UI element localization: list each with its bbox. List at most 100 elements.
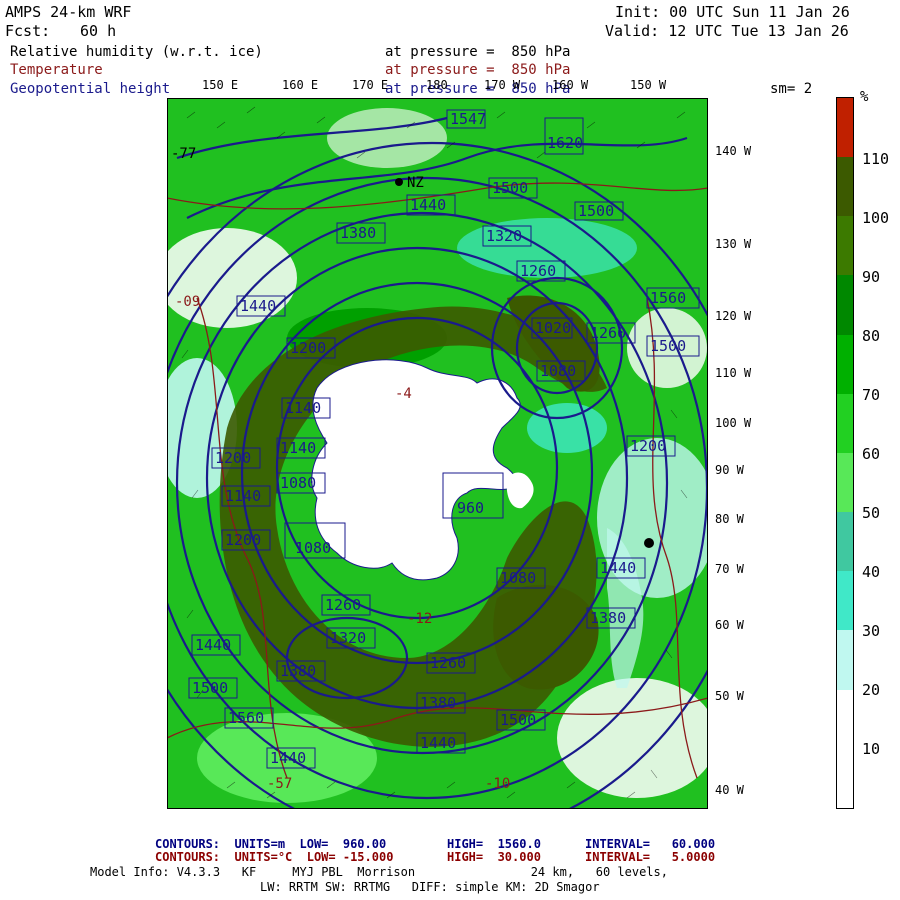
svg-text:1080: 1080 [280,474,316,492]
svg-text:1260: 1260 [325,596,361,614]
valid-time: Valid: 12 UTC Tue 13 Jan 26 [605,22,849,40]
colorbar-label: 50 [862,504,881,522]
colorbar [836,97,854,809]
lon-label-top: 150 W [630,78,667,92]
colorbar-label: 20 [862,681,881,699]
colorbar-label: 80 [862,327,881,345]
svg-text:1200: 1200 [225,531,261,549]
temp-contour-high: HIGH= 30.000 [447,850,541,864]
model-info: Model Info: V4.3.3 KF MYJ PBL Morrison 2… [90,865,668,879]
smoothing-label: sm= 2 [770,81,813,97]
nz-marker [395,178,403,186]
lon-label-right: 70 W [715,562,744,576]
colorbar-label: 30 [862,622,881,640]
svg-text:1380: 1380 [280,662,316,680]
field-rh-name: Relative humidity (w.r.t. ice) [10,44,263,60]
lon-label-right: 90 W [715,463,744,477]
lon-label-top: 160 E [282,78,319,92]
lon-label-right: 40 W [715,783,744,797]
temp-label: -77 [171,146,196,162]
physics-info: LW: RRTM SW: RRTMG DIFF: simple KM: 2D S… [260,880,600,894]
lon-label-top: 160 W [552,78,589,92]
temp-label: -4 [395,386,412,402]
svg-text:1260: 1260 [520,262,556,280]
colorbar-segment [837,157,853,217]
lon-label-top: 170 E [352,78,389,92]
colorbar-segment [837,452,853,513]
svg-text:1140: 1140 [280,439,316,457]
colorbar-label: 110 [862,150,890,168]
location-marker [644,538,654,548]
svg-text:1140: 1140 [225,487,261,505]
lon-label-right: 60 W [715,618,744,632]
svg-text:1320: 1320 [486,227,522,245]
colorbar-label: 40 [862,563,881,581]
temp-label: -09 [175,294,200,310]
svg-text:1200: 1200 [215,449,251,467]
svg-text:1320: 1320 [330,629,366,647]
height-label: 1020 [531,317,573,339]
colorbar-label: 100 [862,209,890,227]
svg-text:1380: 1380 [340,224,376,242]
lon-label-top: 180 [426,78,448,92]
svg-text:1200: 1200 [290,339,326,357]
svg-text:1547: 1547 [450,110,486,128]
svg-text:1200: 1200 [630,437,666,455]
svg-text:1080: 1080 [540,362,576,380]
colorbar-segment [837,512,853,572]
init-time: Init: 00 UTC Sun 11 Jan 26 [615,3,850,21]
lon-label-right: 110 W [715,366,752,380]
field-height-name: Geopotential height [10,81,171,97]
temp-label: -12 [407,611,432,627]
svg-text:1500: 1500 [492,179,528,197]
temp-label: -57 [267,776,292,792]
lon-label-top: 150 E [202,78,239,92]
colorbar-segment [837,689,853,749]
colorbar-segment [837,216,853,276]
svg-text:1440: 1440 [420,734,456,752]
field-temp-level: at pressure = 850 hPa [385,62,571,78]
svg-text:1440: 1440 [195,636,231,654]
svg-text:1260: 1260 [430,654,466,672]
lon-label-right: 50 W [715,689,744,703]
colorbar-label: 60 [862,445,881,463]
svg-text:1380: 1380 [590,609,626,627]
lon-label-right: 140 W [715,144,752,158]
colorbar-label: 70 [862,386,881,404]
colorbar-label: 10 [862,740,881,758]
svg-text:1380: 1380 [420,694,456,712]
lon-label-right: 80 W [715,512,744,526]
lon-label-right: 120 W [715,309,752,323]
colorbar-unit: % [860,89,869,105]
nz-label: NZ [407,175,424,191]
svg-text:1020: 1020 [535,319,571,337]
colorbar-segment [837,571,853,631]
svg-text:1440: 1440 [270,749,306,767]
forecast-hours: 60 h [80,22,117,40]
svg-text:1260: 1260 [590,324,626,342]
model-title: AMPS 24-km WRF [5,3,132,21]
svg-text:1440: 1440 [600,559,636,577]
colorbar-segment [837,630,853,690]
svg-text:1140: 1140 [285,399,321,417]
colorbar-segment [837,98,853,158]
lon-label-top: 170 W [484,78,521,92]
svg-text:1560: 1560 [228,709,264,727]
field-temp-name: Temperature [10,62,103,78]
temp-contour-info: CONTOURS: UNITS=°C LOW= -15.000 [155,850,394,864]
svg-text:1440: 1440 [240,297,276,315]
colorbar-segment [837,334,853,394]
height-label: 1547 [446,109,486,129]
svg-text:1080: 1080 [295,539,331,557]
temp-label: -10 [485,776,510,792]
weather-map: 1547 1620 1500 1440 1500 1380 1320 1440 … [167,98,708,809]
lon-label-right: 100 W [715,416,752,430]
svg-text:1500: 1500 [192,679,228,697]
svg-text:1620: 1620 [547,134,583,152]
temp-contour-interval: INTERVAL= 5.0000 [585,850,716,864]
lon-label-right: 130 W [715,237,752,251]
forecast-label: Fcst: [5,22,51,40]
colorbar-segment [837,748,853,808]
svg-text:1080: 1080 [500,569,536,587]
svg-text:1440: 1440 [410,196,446,214]
